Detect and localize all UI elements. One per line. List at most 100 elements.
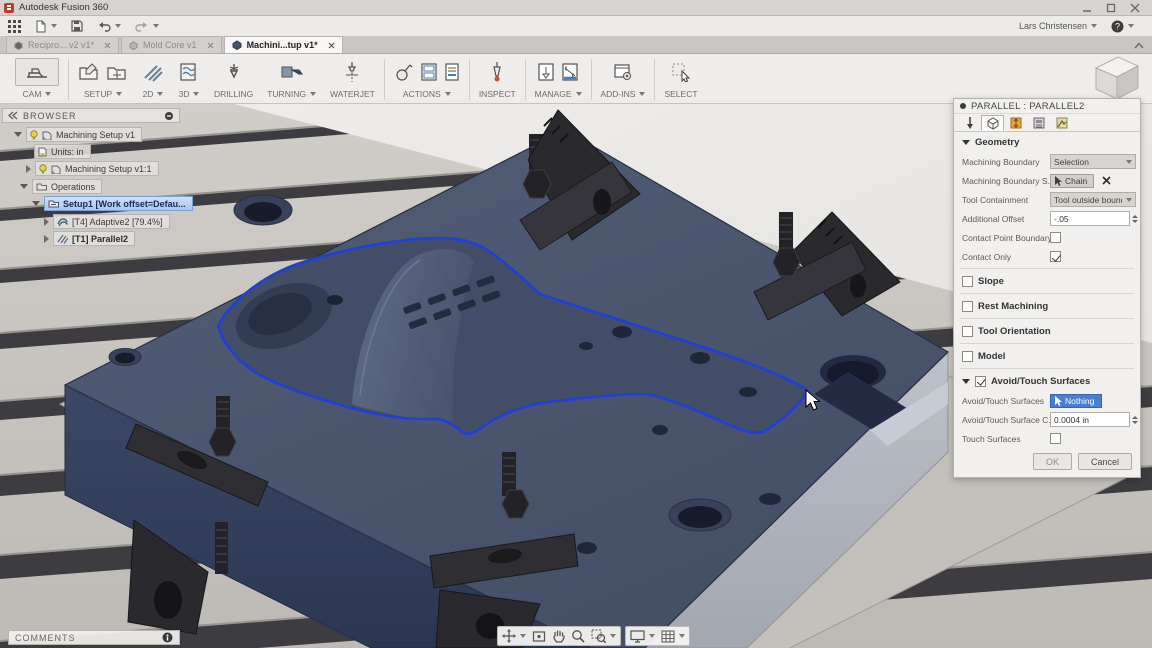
toolbar-group-3d[interactable]: 3D	[171, 56, 207, 103]
avoid-touch-clearance-input[interactable]	[1050, 412, 1130, 427]
tab-tool[interactable]	[958, 115, 981, 131]
slope-section-header[interactable]: Slope	[954, 271, 1140, 291]
expand-caret-icon[interactable]	[44, 235, 49, 243]
zoom-button[interactable]	[571, 629, 585, 643]
toolbar-group-turning[interactable]: TURNING	[260, 56, 323, 103]
model-section-header[interactable]: Model	[954, 346, 1140, 366]
toolbar-group-addins[interactable]: ADD-INS	[594, 56, 653, 103]
undo-button[interactable]	[97, 21, 121, 32]
visibility-bulb-icon[interactable]	[30, 130, 38, 140]
toolbar-group-2d[interactable]: 2D	[135, 56, 171, 103]
toolbar-group-waterjet[interactable]: WATERJET	[323, 56, 382, 103]
document-tab-active[interactable]: Machini...tup v1*	[224, 36, 343, 53]
2d-milling-icon[interactable]	[142, 62, 164, 82]
contact-point-boundary-checkbox[interactable]	[1050, 232, 1061, 243]
orbit-button[interactable]	[502, 629, 526, 643]
tab-heights[interactable]	[1004, 115, 1027, 131]
save-button[interactable]	[71, 20, 83, 32]
tab-close-icon[interactable]	[207, 42, 214, 49]
spinner-arrows-icon[interactable]	[1132, 215, 1138, 223]
touch-surfaces-checkbox[interactable]	[1050, 433, 1061, 444]
turning-icon[interactable]	[280, 62, 304, 82]
pan-button[interactable]	[552, 629, 565, 643]
rest-machining-checkbox[interactable]	[962, 301, 973, 312]
slope-checkbox[interactable]	[962, 276, 973, 287]
expand-caret-icon[interactable]	[44, 218, 49, 226]
toolbar-group-cam-workspace[interactable]: CAM	[8, 56, 66, 103]
look-at-button[interactable]	[532, 630, 546, 643]
tab-close-icon[interactable]	[104, 42, 111, 49]
help-menu[interactable]: ?	[1111, 20, 1134, 33]
browser-header[interactable]: BROWSER	[2, 108, 180, 123]
avoid-touch-surfaces-select-button[interactable]: Nothing	[1050, 394, 1102, 408]
comments-expand-icon[interactable]	[162, 632, 173, 643]
document-tab[interactable]: Mold Core v1	[121, 36, 222, 53]
toolbar-group-setup[interactable]: SETUP	[71, 56, 135, 103]
window-zoom-button[interactable]	[591, 629, 616, 643]
restore-button[interactable]	[1106, 3, 1116, 13]
avoid-touch-section-header[interactable]: Avoid/Touch Surfaces	[954, 371, 1140, 391]
expand-caret-icon[interactable]	[26, 165, 31, 173]
new-setup-icon[interactable]	[78, 62, 100, 82]
tool-orientation-section-header[interactable]: Tool Orientation	[954, 321, 1140, 341]
setup-sheet-icon[interactable]	[444, 62, 460, 82]
toolbar-group-drilling[interactable]: DRILLING	[207, 56, 260, 103]
tab-linking[interactable]	[1050, 115, 1073, 131]
minimize-button[interactable]	[1082, 3, 1092, 13]
app-grid-button[interactable]	[8, 20, 21, 33]
expand-caret-icon[interactable]	[32, 201, 40, 206]
browser-item-operations[interactable]: Operations	[20, 179, 102, 194]
simulate-icon[interactable]	[394, 62, 414, 82]
remove-selection-icon[interactable]	[1102, 176, 1111, 185]
tool-library-icon[interactable]	[537, 62, 555, 82]
addins-icon[interactable]	[613, 62, 633, 82]
tool-orientation-checkbox[interactable]	[962, 326, 973, 337]
setup-library-icon[interactable]	[106, 62, 128, 82]
dialog-title-bar[interactable]: PARALLEL : PARALLEL2	[954, 99, 1140, 114]
document-tab[interactable]: Recipro... v2 v1*	[6, 36, 119, 53]
contact-only-checkbox[interactable]	[1050, 251, 1061, 262]
toolbar-group-inspect[interactable]: INSPECT	[472, 56, 523, 103]
user-menu[interactable]: Lars Christensen	[1019, 21, 1097, 31]
drilling-icon[interactable]	[224, 62, 244, 82]
toolbar-group-select[interactable]: SELECT	[657, 56, 704, 103]
visibility-bulb-icon[interactable]	[39, 164, 47, 174]
3d-milling-icon[interactable]	[178, 62, 200, 82]
waterjet-icon[interactable]	[342, 61, 362, 83]
post-process-icon[interactable]	[420, 62, 438, 82]
toolbar-group-actions[interactable]: ACTIONS	[387, 56, 467, 103]
browser-item-machining-setup[interactable]: Machining Setup v1	[14, 127, 142, 142]
avoid-touch-surfaces-checkbox[interactable]	[975, 376, 986, 387]
toolbar-group-manage[interactable]: MANAGE	[528, 56, 589, 103]
spinner-arrows-icon[interactable]	[1132, 416, 1138, 424]
inspect-icon[interactable]	[488, 61, 506, 83]
post-library-icon[interactable]	[561, 62, 579, 82]
cancel-button[interactable]: Cancel	[1078, 453, 1132, 470]
redo-button[interactable]	[135, 21, 159, 32]
browser-item-units[interactable]: Units: in	[34, 144, 91, 159]
browser-item-adaptive2[interactable]: [T4] Adaptive2 [79.4%]	[44, 214, 170, 229]
machining-boundary-select[interactable]: Selection	[1050, 154, 1136, 169]
geometry-section-header[interactable]: Geometry	[954, 132, 1140, 152]
display-filter-icon[interactable]	[164, 111, 174, 121]
chain-selection-button[interactable]: Chain	[1050, 174, 1094, 188]
grid-snaps-button[interactable]	[661, 630, 685, 643]
display-settings-button[interactable]	[630, 630, 655, 643]
tool-containment-select[interactable]: Tool outside bound...	[1050, 192, 1136, 207]
tab-passes[interactable]	[1027, 115, 1050, 131]
select-icon[interactable]	[671, 62, 691, 82]
browser-item-parallel2[interactable]: [T1] Parallel2	[44, 231, 135, 246]
tab-geometry[interactable]	[981, 115, 1004, 131]
model-checkbox[interactable]	[962, 351, 973, 362]
browser-item-machining-setup-1-1[interactable]: Machining Setup v1:1	[26, 161, 159, 176]
file-menu-button[interactable]	[35, 20, 57, 33]
ok-button[interactable]: OK	[1033, 453, 1072, 470]
expand-caret-icon[interactable]	[14, 132, 22, 137]
additional-offset-input[interactable]	[1050, 211, 1130, 226]
close-button[interactable]	[1130, 3, 1140, 13]
expand-caret-icon[interactable]	[20, 184, 28, 189]
browser-item-setup1[interactable]: Setup1 [Work offset=Defau...	[32, 196, 193, 211]
tab-close-icon[interactable]	[328, 42, 335, 49]
collapse-panel-icon[interactable]	[8, 111, 18, 120]
rest-machining-section-header[interactable]: Rest Machining	[954, 296, 1140, 316]
